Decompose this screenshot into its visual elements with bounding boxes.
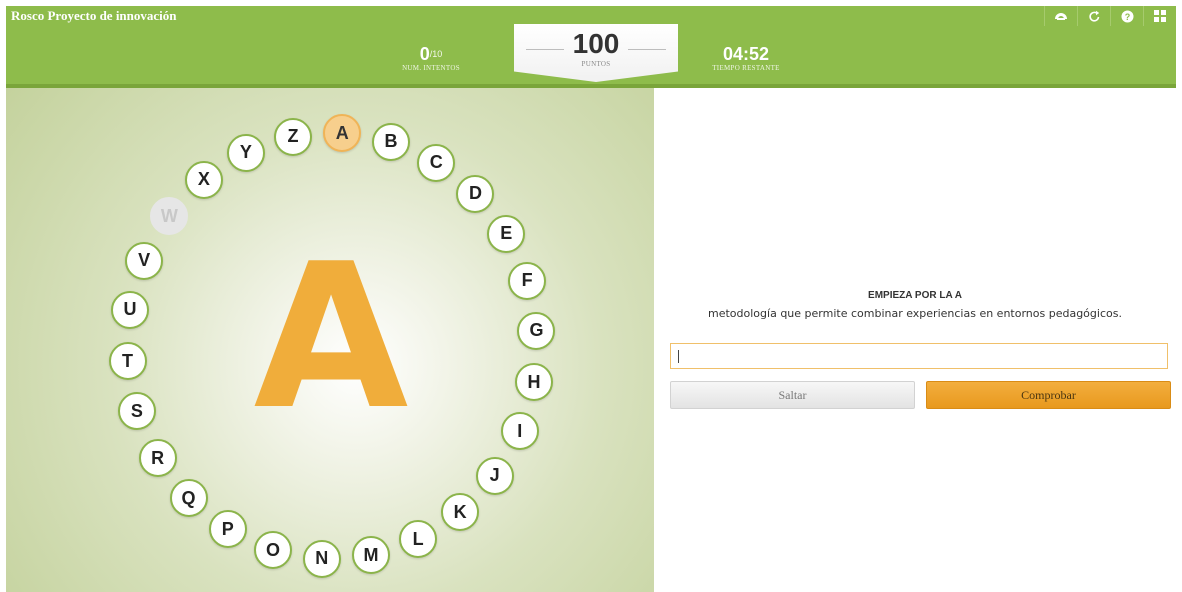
letter-f: F: [508, 261, 547, 300]
letter-g: G: [517, 311, 556, 350]
letter-c: C: [417, 143, 456, 182]
letter-z: Z: [273, 117, 312, 156]
letter-a: A: [323, 114, 362, 153]
time-label: TIEMPO RESTANTE: [712, 64, 780, 72]
letter-i: I: [500, 412, 539, 451]
attempts-counter: 0/10 NUM. INTENTOS: [381, 44, 481, 72]
letter-m: M: [352, 536, 391, 575]
question-panel: EMPIEZA POR LA A metodología que permite…: [654, 88, 1176, 592]
letter-p: P: [208, 510, 247, 549]
time-remaining: 04:52 TIEMPO RESTANTE: [696, 44, 796, 72]
answer-input[interactable]: [670, 343, 1168, 369]
check-button[interactable]: Comprobar: [926, 381, 1171, 409]
toolbar: ?: [1044, 6, 1176, 26]
letter-r: R: [138, 439, 177, 478]
letter-b: B: [371, 122, 410, 161]
points-label: PUNTOS: [581, 60, 611, 68]
score-display: 100 PUNTOS: [514, 24, 678, 82]
title-bar: Rosco Proyecto de innovación ?: [6, 6, 1176, 26]
points-value: 100: [572, 28, 620, 59]
app-title: Rosco Proyecto de innovación: [11, 8, 177, 23]
attempts-label: NUM. INTENTOS: [402, 64, 460, 72]
letter-k: K: [441, 493, 480, 532]
skip-button[interactable]: Saltar: [670, 381, 915, 409]
question-heading: EMPIEZA POR LA A: [868, 290, 962, 301]
letter-s: S: [117, 392, 156, 431]
letter-w: W: [150, 197, 189, 236]
letter-o: O: [254, 531, 293, 569]
letter-t: T: [108, 342, 147, 381]
attempts-value: 0: [419, 44, 430, 64]
letter-j: J: [475, 456, 514, 495]
grid-icon[interactable]: [1143, 6, 1176, 26]
help-icon[interactable]: ?: [1110, 6, 1143, 26]
attempts-total: /10: [429, 49, 443, 59]
restart-icon[interactable]: [1077, 6, 1110, 26]
letter-d: D: [456, 174, 495, 213]
letter-n: N: [302, 539, 341, 578]
letter-x: X: [184, 160, 223, 199]
text-cursor: [678, 350, 679, 363]
letter-y: Y: [226, 133, 265, 172]
letter-u: U: [110, 290, 149, 329]
letter-ring: ABCDEFGHIJKLMNOPQRSTUVWXYZ: [6, 88, 654, 592]
letter-h: H: [515, 363, 554, 402]
time-value: 04:52: [722, 44, 770, 64]
letter-v: V: [125, 241, 164, 280]
rosco-icon[interactable]: [1044, 6, 1077, 26]
question-text: metodología que permite combinar experie…: [708, 307, 1122, 320]
rosco-app: Rosco Proyecto de innovación ? 0/10 NUM.…: [6, 6, 1176, 592]
letter-q: Q: [169, 479, 208, 518]
letter-e: E: [487, 214, 526, 253]
letter-l: L: [399, 520, 438, 559]
rosco-panel: A ABCDEFGHIJKLMNOPQRSTUVWXYZ: [6, 88, 654, 592]
svg-text:?: ?: [1124, 12, 1130, 22]
